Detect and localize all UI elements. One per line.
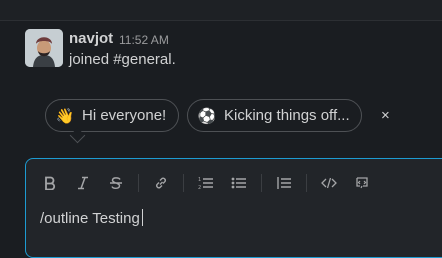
toolbar-divider [138, 174, 139, 192]
close-suggestions-button[interactable]: × [381, 107, 390, 124]
message-text: joined #general. [69, 51, 176, 68]
bulleted-list-icon[interactable] [228, 173, 250, 193]
message-input-text: /outline Testing [40, 210, 140, 227]
strikethrough-icon[interactable] [105, 173, 127, 193]
link-icon[interactable] [150, 173, 172, 193]
message-author[interactable]: navjot [69, 30, 113, 47]
message-timestamp[interactable]: 11:52 AM [119, 33, 169, 47]
suggestion-label: Hi everyone! [82, 107, 167, 124]
suggestion-label: Kicking things off... [224, 107, 350, 124]
avatar[interactable] [25, 29, 63, 67]
waving-hand-icon: 👋 [55, 107, 75, 125]
italic-icon[interactable] [72, 173, 94, 193]
formatting-toolbar: 12 [39, 173, 384, 193]
code-block-icon[interactable] [351, 173, 373, 193]
channel-header-strip [0, 0, 442, 21]
message-input[interactable]: /outline Testing [40, 209, 143, 227]
text-caret [141, 209, 143, 226]
soccer-ball-icon: ⚽ [197, 107, 217, 125]
svg-text:2: 2 [198, 185, 201, 190]
toolbar-divider [261, 174, 262, 192]
toolbar-divider [306, 174, 307, 192]
suggestion-kicking-things-off[interactable]: ⚽ Kicking things off... [187, 99, 362, 132]
svg-text:1: 1 [198, 177, 201, 183]
ordered-list-icon[interactable]: 12 [195, 173, 217, 193]
message-composer[interactable]: 12 /outline Testing [25, 158, 442, 258]
code-icon[interactable] [318, 173, 340, 193]
blockquote-icon[interactable] [273, 173, 295, 193]
toolbar-divider [183, 174, 184, 192]
bold-icon[interactable] [39, 173, 61, 193]
suggestion-hi-everyone[interactable]: 👋 Hi everyone! [45, 99, 179, 132]
